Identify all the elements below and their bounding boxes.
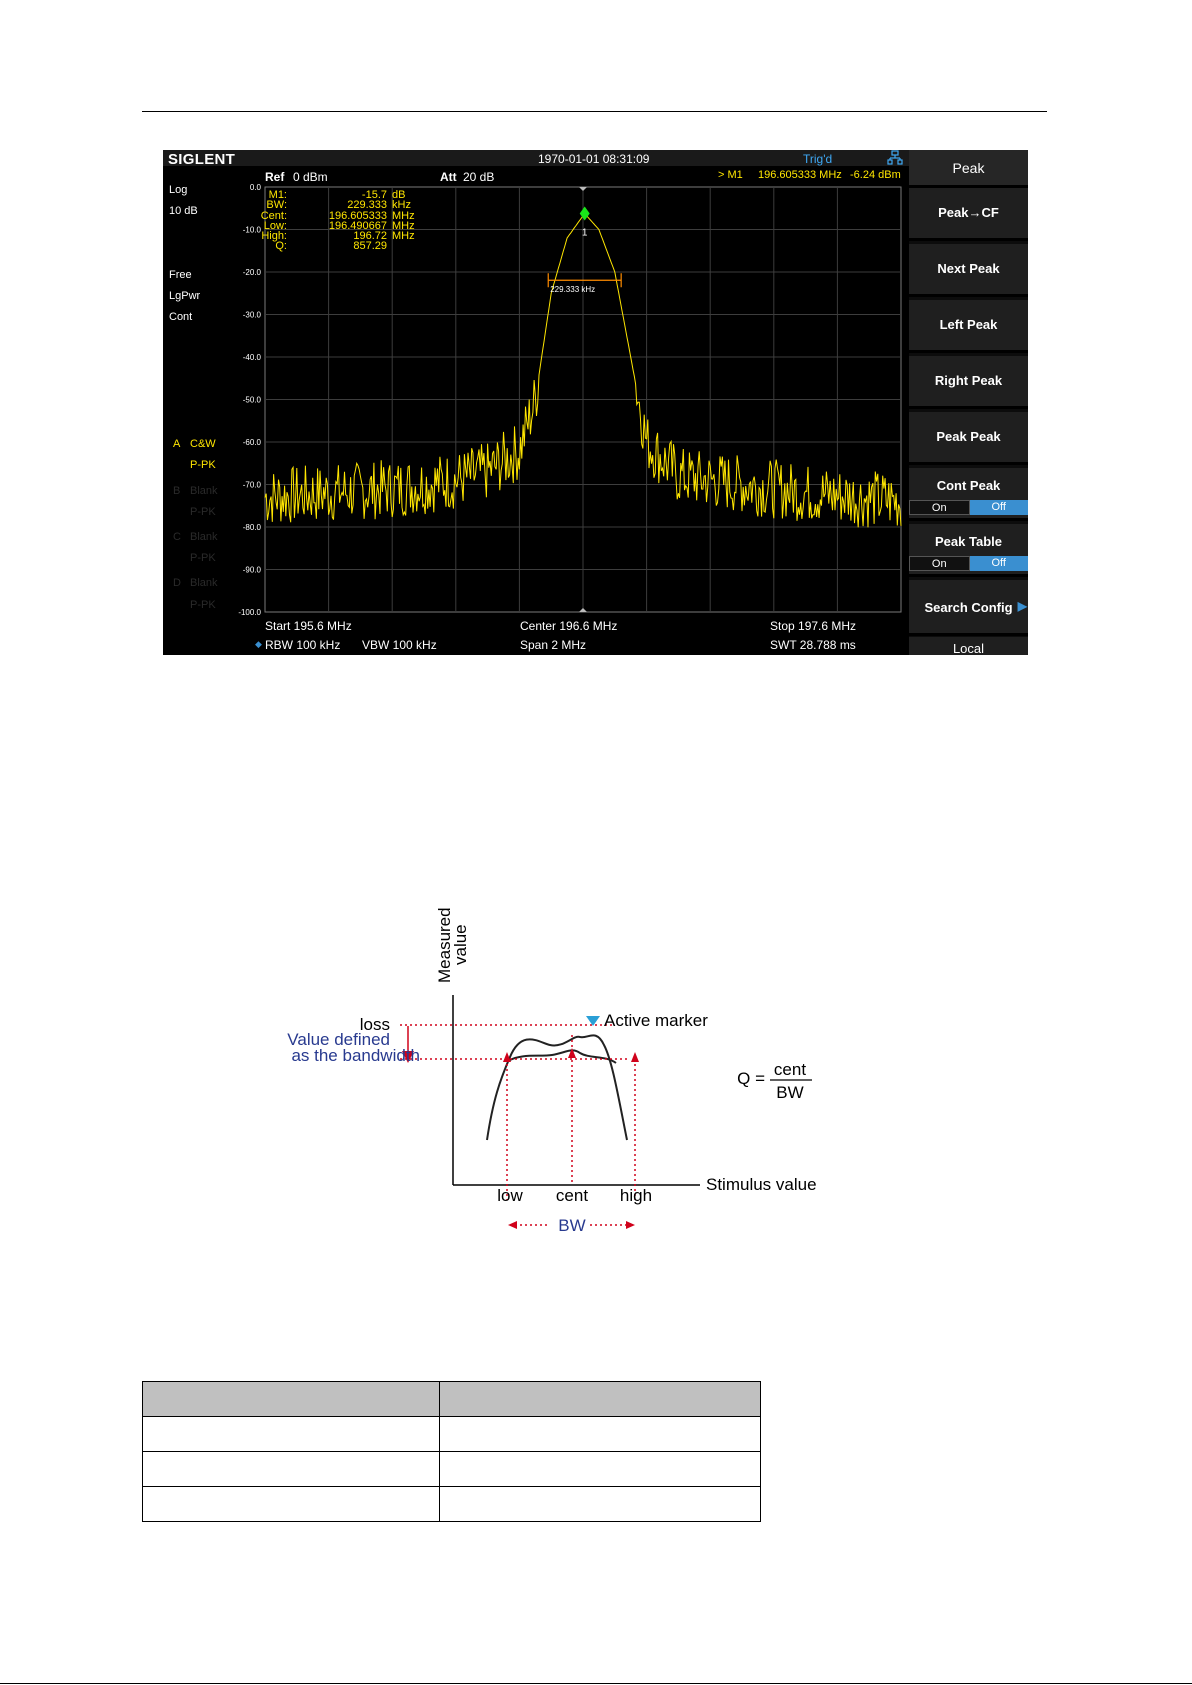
lower-curve	[507, 1049, 617, 1064]
y-tick-label: -60.0	[243, 438, 262, 447]
peak-peak-button[interactable]: Peak Peak	[909, 412, 1028, 465]
bw-left-arrow-icon	[508, 1221, 517, 1229]
page-header-rule	[142, 111, 1047, 112]
q-lhs: Q =	[737, 1069, 765, 1088]
ndb-unit: MHz	[392, 230, 415, 243]
bw-label: BW	[558, 1216, 585, 1235]
y-axis-label-2: value	[451, 924, 470, 965]
start-freq: Start 195.6 MHz	[265, 619, 352, 633]
sweep-time: SWT 28.788 ms	[770, 638, 856, 652]
active-marker-label: Active marker	[604, 1011, 708, 1030]
stop-freq: Stop 197.6 MHz	[770, 619, 857, 633]
y-tick-label: -80.0	[243, 523, 262, 532]
upper-curve	[486, 1034, 628, 1141]
table-row	[142, 1416, 761, 1452]
table-cell	[439, 1451, 761, 1487]
analyzer-screenshot: SIGLENT 1970-01-01 08:31:09 Trig'd Ref 0…	[163, 150, 1028, 655]
active-marker-icon	[586, 1016, 600, 1026]
rbw-coupled-icon: ◆	[255, 639, 262, 649]
q-denominator: BW	[776, 1083, 803, 1102]
bandwidth-diagram: Measured value Stimulus value Active mar…	[287, 907, 817, 1235]
parameter-table	[142, 1381, 761, 1522]
local-button[interactable]: Local	[909, 637, 1028, 655]
page-footer-rule	[0, 1683, 1192, 1684]
bw-right-arrow-icon	[626, 1221, 635, 1229]
y-tick-label: -100.0	[238, 608, 261, 617]
low-label: low	[497, 1186, 523, 1205]
y-tick-label: 0.0	[250, 183, 262, 192]
table-header-cell	[142, 1381, 440, 1417]
toggle-off[interactable]: Off	[969, 556, 1028, 571]
q-numerator: cent	[774, 1060, 806, 1079]
toggle-on[interactable]: On	[909, 556, 970, 571]
y-tick-label: -20.0	[243, 268, 262, 277]
span: Span 2 MHz	[520, 638, 587, 652]
submenu-arrow-icon: ▶	[1017, 599, 1027, 613]
high-marker-icon	[631, 1052, 639, 1062]
high-label: high	[620, 1186, 652, 1205]
ndb-label: Q:	[275, 240, 287, 253]
y-tick-label: -30.0	[243, 311, 262, 320]
left-peak-button[interactable]: Left Peak	[909, 300, 1028, 353]
x-axis-label: Stimulus value	[706, 1175, 817, 1194]
ndb-table: M1: -15.7 dB BW: 229.333 kHz Cent: 196.605333…	[261, 189, 417, 253]
peak-to-cf-button[interactable]: Peak→CF	[909, 188, 1028, 241]
peak-table-toggle[interactable]: Peak Table On Off	[909, 524, 1028, 577]
y-tick-label: -10.0	[243, 226, 262, 235]
cent-marker-icon	[568, 1048, 576, 1058]
ndb-value: 857.29	[353, 240, 387, 253]
menu-title: Peak	[909, 150, 1028, 188]
table-cell	[142, 1416, 440, 1452]
y-tick-label: -40.0	[243, 353, 262, 362]
table-cell	[142, 1486, 440, 1522]
softkey-panel: Peak Peak→CF Next Peak Left Peak Right P…	[909, 150, 1028, 655]
cont-peak-toggle[interactable]: Cont Peak On Off	[909, 468, 1028, 521]
bw-annotation: 229.333 kHz	[550, 285, 595, 294]
right-peak-button[interactable]: Right Peak	[909, 356, 1028, 409]
value-defined-label-2: as the bandwidth	[291, 1046, 420, 1065]
table-header-cell	[439, 1381, 761, 1417]
next-peak-button[interactable]: Next Peak	[909, 244, 1028, 297]
vbw: VBW 100 kHz	[362, 638, 437, 652]
table-cell	[439, 1416, 761, 1452]
table-row	[142, 1486, 761, 1522]
search-config-button[interactable]: Search Config ▶	[909, 580, 1028, 636]
cent-label: cent	[556, 1186, 588, 1205]
table-cell	[439, 1486, 761, 1522]
rbw: RBW 100 kHz	[265, 638, 341, 652]
center-freq: Center 196.6 MHz	[520, 619, 618, 633]
y-tick-label: -70.0	[243, 481, 262, 490]
table-cell	[142, 1451, 440, 1487]
marker-1-number: 1	[582, 228, 588, 239]
y-tick-label: -50.0	[243, 396, 262, 405]
toggle-on[interactable]: On	[909, 500, 970, 515]
toggle-off[interactable]: Off	[969, 500, 1028, 515]
table-header-row	[142, 1381, 761, 1417]
table-row	[142, 1451, 761, 1487]
y-tick-label: -90.0	[243, 566, 262, 575]
